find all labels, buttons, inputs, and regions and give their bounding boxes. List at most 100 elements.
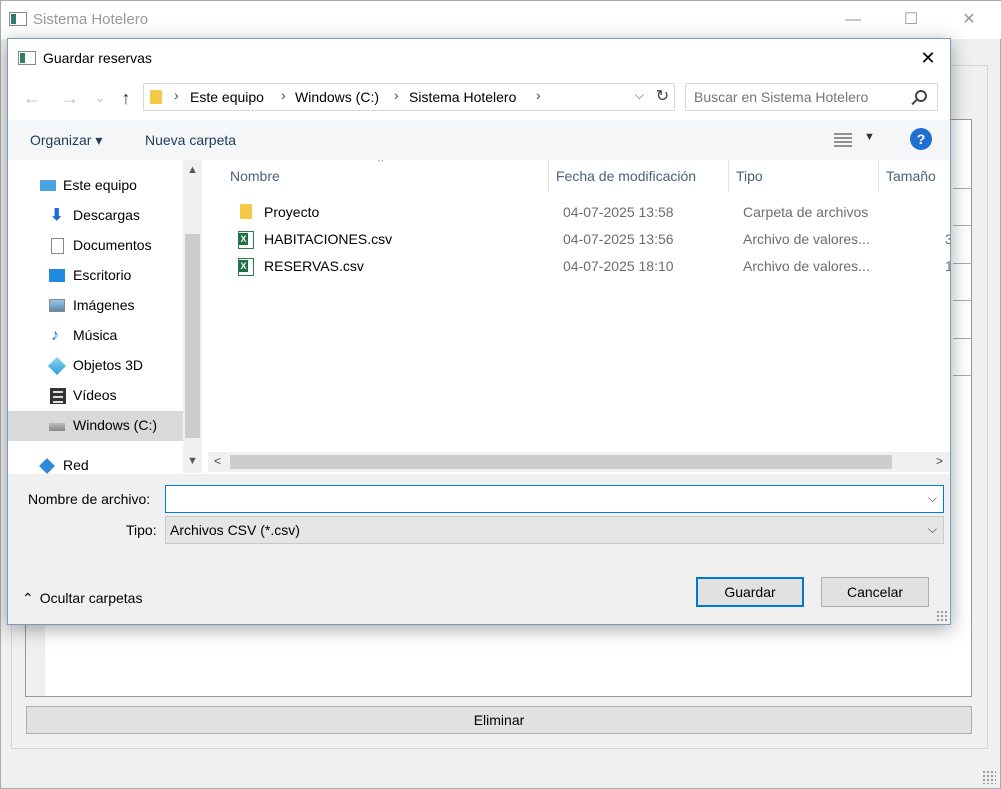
- chevron-up-icon: ⌃: [22, 590, 34, 606]
- file-row[interactable]: Proyecto 04-07-2025 13:58 Carpeta de arc…: [228, 200, 950, 227]
- image-icon: [49, 299, 65, 312]
- organize-menu[interactable]: Organizar ▾: [30, 132, 102, 149]
- nav-item-videos[interactable]: Vídeos: [8, 381, 183, 411]
- video-icon: [50, 388, 66, 404]
- file-date: 04-07-2025 13:56: [563, 231, 674, 247]
- computer-icon: [40, 180, 56, 191]
- hide-folders-label: Ocultar carpetas: [39, 590, 143, 606]
- forward-arrow-icon[interactable]: →: [58, 86, 82, 110]
- address-bar[interactable]: › Este equipo › Windows (C:) › Sistema H…: [143, 83, 673, 111]
- minimize-button[interactable]: —: [841, 9, 865, 31]
- column-header-size[interactable]: Tamaño: [886, 168, 936, 184]
- nav-item-descargas[interactable]: ⬇ Descargas: [8, 201, 183, 231]
- file-name: RESERVAS.csv: [264, 258, 364, 274]
- nav-item-escritorio[interactable]: Escritorio: [8, 261, 183, 291]
- file-row[interactable]: HABITACIONES.csv 04-07-2025 13:56 Archiv…: [228, 227, 950, 254]
- save-form: Nombre de archivo: ⌵ Tipo: Archivos CSV …: [8, 474, 950, 624]
- scroll-right-icon[interactable]: >: [936, 454, 943, 468]
- nav-item-windows-c[interactable]: Windows (C:): [8, 411, 183, 441]
- breadcrumb-sep-icon[interactable]: ›: [394, 87, 399, 103]
- search-box[interactable]: [685, 83, 938, 111]
- nav-item-este-equipo[interactable]: Este equipo: [8, 171, 183, 201]
- resize-grip[interactable]: [982, 770, 996, 784]
- nav-item-musica[interactable]: ♪ Música: [8, 321, 183, 351]
- navigation-pane: Este equipo ⬇ Descargas Documentos Escri…: [8, 160, 204, 474]
- column-divider[interactable]: [728, 160, 729, 192]
- type-label: Tipo:: [126, 522, 157, 538]
- cancel-button[interactable]: Cancelar: [821, 577, 929, 607]
- nav-item-imagenes[interactable]: Imágenes: [8, 291, 183, 321]
- breadcrumb-sep-icon[interactable]: ›: [281, 87, 286, 103]
- row-divider: [953, 188, 971, 189]
- file-date: 04-07-2025 18:10: [563, 258, 674, 274]
- file-type-select[interactable]: Archivos CSV (*.csv) ⌵: [165, 516, 944, 544]
- file-size: 3: [945, 231, 950, 247]
- scroll-up-icon[interactable]: ▲: [187, 164, 198, 176]
- view-options-dropdown-icon[interactable]: ▼: [864, 131, 875, 143]
- filename-input[interactable]: [170, 490, 910, 506]
- file-list-hscrollbar[interactable]: < >: [208, 452, 950, 472]
- hide-folders-toggle[interactable]: ⌃ Ocultar carpetas: [22, 590, 142, 607]
- column-divider[interactable]: [878, 160, 879, 192]
- recent-locations-icon[interactable]: ⌄: [88, 86, 112, 110]
- view-details-icon[interactable]: [834, 133, 852, 147]
- nav-label: Este equipo: [63, 177, 137, 193]
- breadcrumb-sep-icon[interactable]: ›: [174, 87, 179, 103]
- nav-item-objetos-3d[interactable]: Objetos 3D: [8, 351, 183, 381]
- scrollbar-thumb[interactable]: [230, 455, 892, 469]
- help-icon[interactable]: ?: [910, 128, 932, 150]
- chevron-down-icon[interactable]: ⌵: [928, 522, 937, 537]
- delete-button[interactable]: Eliminar: [26, 706, 972, 734]
- scrollbar-thumb[interactable]: [185, 234, 200, 438]
- file-type: Carpeta de archivos: [743, 204, 869, 220]
- save-button[interactable]: Guardar: [696, 577, 804, 607]
- nav-label: Red: [63, 457, 89, 473]
- file-type: Archivo de valores...: [743, 258, 870, 274]
- nav-label: Imágenes: [73, 297, 135, 313]
- up-arrow-icon[interactable]: ↑: [114, 86, 138, 110]
- nav-label: Objetos 3D: [73, 357, 144, 373]
- column-divider[interactable]: [548, 160, 549, 192]
- dialog-close-button[interactable]: ✕: [916, 46, 940, 70]
- file-name: Proyecto: [264, 204, 320, 220]
- chevron-down-icon[interactable]: ⌵: [635, 88, 644, 103]
- dialog-resize-grip[interactable]: [936, 610, 948, 622]
- folder-icon: [240, 204, 252, 219]
- scroll-down-icon[interactable]: ▼: [187, 455, 198, 467]
- search-icon[interactable]: [915, 90, 927, 102]
- breadcrumb-sistema-hotelero[interactable]: Sistema Hotelero: [409, 89, 516, 105]
- document-icon: [51, 238, 64, 254]
- column-header-type[interactable]: Tipo: [736, 168, 763, 184]
- filename-field[interactable]: ⌵: [165, 485, 944, 513]
- nav-pane-scrollbar[interactable]: ▲ ▼: [183, 160, 202, 473]
- filename-label: Nombre de archivo:: [28, 491, 151, 507]
- file-row[interactable]: RESERVAS.csv 04-07-2025 18:10 Archivo de…: [228, 254, 950, 281]
- row-divider: [953, 225, 971, 226]
- app-icon: [9, 12, 27, 26]
- main-titlebar: Sistema Hotelero — ☐ ✕: [1, 1, 1001, 39]
- column-header-name[interactable]: Nombre: [230, 168, 280, 184]
- back-arrow-icon[interactable]: ←: [20, 86, 44, 110]
- nav-item-documentos[interactable]: Documentos: [8, 231, 183, 261]
- new-folder-button[interactable]: Nueva carpeta: [145, 132, 236, 148]
- dialog-title: Guardar reservas: [43, 50, 152, 66]
- chevron-down-icon[interactable]: ⌵: [928, 491, 937, 506]
- breadcrumb-este-equipo[interactable]: Este equipo: [190, 89, 264, 105]
- cube-icon: [47, 356, 67, 376]
- row-divider: [953, 338, 971, 339]
- breadcrumb-sep-icon[interactable]: ›: [536, 87, 541, 103]
- search-input[interactable]: [694, 89, 904, 105]
- breadcrumb-windows-c[interactable]: Windows (C:): [295, 89, 379, 105]
- refresh-icon[interactable]: ↻: [651, 83, 675, 111]
- close-button[interactable]: ✕: [957, 9, 981, 31]
- excel-csv-icon: [238, 258, 254, 276]
- music-icon: ♪: [51, 327, 59, 344]
- column-header-date[interactable]: Fecha de modificación: [556, 168, 696, 184]
- drive-icon: [49, 423, 65, 431]
- sort-ascending-icon: ^: [378, 160, 384, 168]
- command-bar: Organizar ▾ Nueva carpeta ▼ ?: [8, 120, 950, 160]
- maximize-button[interactable]: ☐: [899, 9, 923, 31]
- nav-label: Documentos: [73, 237, 152, 253]
- scroll-left-icon[interactable]: <: [214, 454, 221, 468]
- folder-icon: [150, 90, 162, 104]
